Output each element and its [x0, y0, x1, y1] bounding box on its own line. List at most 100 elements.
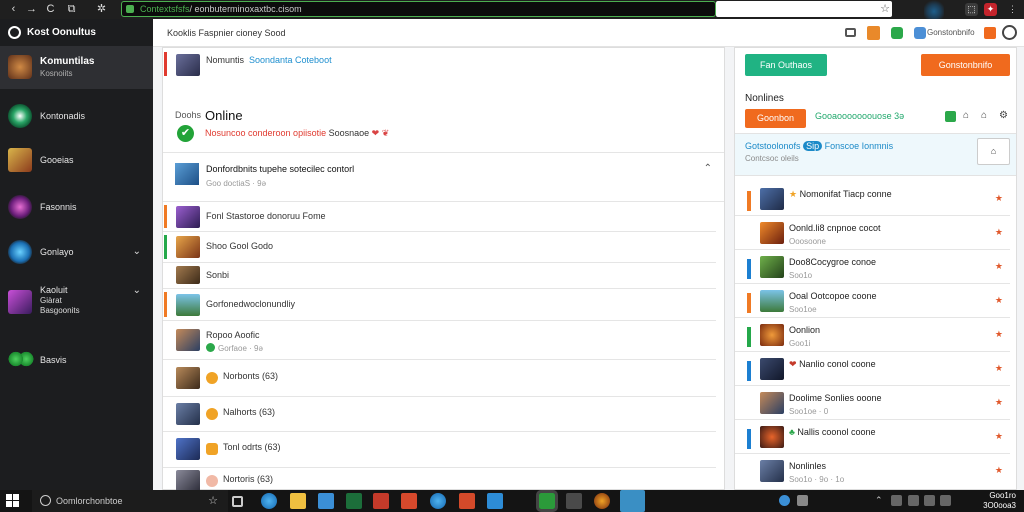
forward-icon[interactable]: →	[24, 2, 39, 17]
feed-first-row[interactable]: Nomuntis Soondanta Coteboot	[163, 48, 716, 101]
row-accent-bar	[164, 52, 167, 76]
profile-bird-icon[interactable]	[924, 0, 944, 19]
tray-app-icon[interactable]	[797, 495, 808, 506]
sidebar-item-basvis[interactable]: Basvis	[0, 345, 153, 375]
orange-app-icon[interactable]	[867, 26, 880, 40]
chevron-down-icon[interactable]: ⌄	[133, 237, 141, 267]
list-item[interactable]: Tonl odrts (63)	[163, 432, 716, 468]
photos-icon[interactable]	[566, 493, 582, 509]
mail-icon[interactable]	[487, 493, 503, 509]
goonbon-button[interactable]: Goonbon	[745, 109, 806, 128]
thumb-dark-icon	[760, 358, 784, 380]
row-title: Shoo Gool Godo	[206, 241, 274, 251]
tray-volume-icon[interactable]	[908, 495, 919, 506]
thumb-orange-icon	[760, 324, 784, 346]
list-item[interactable]: Gorfonedwoclonundliy	[163, 289, 716, 321]
gonstonbnifo-button[interactable]: Gonstonbnifo	[921, 54, 1010, 76]
settings-icon[interactable]: ⚙	[999, 110, 1008, 121]
tray-wifi-icon[interactable]	[891, 495, 902, 506]
list-item[interactable]: Nalhorts (63)	[163, 397, 716, 432]
office-icon[interactable]	[401, 493, 417, 509]
list-item[interactable]: Nonlinles Soo1o · 9o · 1o ★	[735, 454, 1010, 488]
row-link[interactable]: Soondanta Coteboot	[249, 55, 332, 65]
excel-icon[interactable]	[346, 493, 362, 509]
list-item[interactable]: ♣ Nallis coonol coone ★	[735, 420, 1010, 454]
store-icon[interactable]	[318, 493, 334, 509]
row-title: Oonld.li8 cnpnoe cocot	[789, 223, 881, 233]
star-icon[interactable]: ★	[995, 465, 1003, 476]
chevron-down-icon[interactable]: ⌄	[133, 285, 141, 296]
star-icon[interactable]: ★	[995, 431, 1003, 442]
avatar-warrior-icon	[8, 55, 32, 79]
tray-up-icon[interactable]: ⌃	[875, 495, 886, 506]
home-icon[interactable]: ⌂	[963, 110, 969, 121]
star-icon[interactable]: ★	[995, 295, 1003, 306]
taskbar-search-input[interactable]: Oomlorchonbtoe	[32, 490, 228, 512]
sidebar-item-kaoluit[interactable]: Kaoluit Giàrat Basgoonits ⌄	[0, 281, 153, 323]
list-item[interactable]: Doo8Cocygroe conoe Soo1o ★	[735, 250, 1010, 284]
list-item[interactable]: Shoo Gool Godo	[163, 232, 716, 263]
red-app-icon[interactable]	[459, 493, 475, 509]
green-game-icon[interactable]	[536, 490, 558, 512]
info-title: Gotstoolonofs Sip Fonscoe Ionmnis	[745, 141, 894, 151]
file-explorer-icon[interactable]	[290, 493, 306, 509]
chevron-up-icon[interactable]: ⌃	[704, 163, 712, 174]
list-item[interactable]: Ropoo Aoofic Gorfaoe · 9ə	[163, 321, 716, 360]
post-card[interactable]: Donfordbnits tupehe sotecilec contorl Go…	[163, 153, 724, 202]
list-item[interactable]: Fonl Stastoroe donoruu Fome	[163, 202, 716, 232]
list-item[interactable]: Doolime Sonlies ooone Soo1oe · 0 ★	[735, 386, 1010, 420]
info-banner[interactable]: Gotstoolonofs Sip Fonscoe Ionmnis Contcs…	[735, 133, 1016, 176]
list-item[interactable]: Nortoris (63)	[163, 468, 716, 492]
active-app-icon[interactable]	[620, 490, 645, 512]
sidebar-item-fasonnis[interactable]: Fasonnis	[0, 192, 153, 222]
list-item[interactable]: Norbonts (63)	[163, 360, 716, 397]
star-icon[interactable]: ★	[995, 193, 1003, 204]
star-icon[interactable]: ★	[995, 397, 1003, 408]
pin-icon[interactable]: ☆	[205, 493, 221, 509]
sidebar-item-gonlayo[interactable]: Gonlayo ⌄	[0, 237, 153, 267]
powerpoint-icon[interactable]	[373, 493, 389, 509]
green-app-icon[interactable]	[891, 27, 903, 39]
tray-keyboard-icon[interactable]	[940, 495, 951, 506]
address-bar-extension-area[interactable]	[716, 1, 892, 17]
list-item[interactable]: Sonbi	[163, 263, 716, 289]
sidebar-item-komuntilas[interactable]: Komuntilas Kosnoiits	[0, 46, 153, 89]
windows-start-icon[interactable]	[6, 494, 20, 508]
account-icon[interactable]	[1002, 25, 1017, 40]
orange-square-icon[interactable]	[984, 27, 996, 39]
reload-icon[interactable]: C	[43, 2, 58, 17]
edge-icon[interactable]	[261, 493, 277, 509]
browser-icon[interactable]	[430, 493, 446, 509]
bookmark-star-icon[interactable]: ☆	[879, 1, 891, 17]
star-icon[interactable]: ★	[995, 261, 1003, 272]
blue-app-icon[interactable]	[914, 27, 926, 39]
extensions-icon[interactable]: ✲	[94, 2, 109, 17]
address-bar[interactable]: Contextsfsfs/ eonbuterminoxaxtbc.cisom	[121, 1, 716, 17]
sidebar-item-gooeias[interactable]: Gooeias	[0, 145, 153, 175]
game-launcher-icon[interactable]	[594, 493, 610, 509]
sidebar-item-kontonadis[interactable]: Kontonadis	[0, 101, 153, 131]
star-icon[interactable]: ★	[995, 329, 1003, 340]
list-item[interactable]: Oonlion Goo1i ★	[735, 318, 1010, 352]
white-extension-icon[interactable]: ⬚	[965, 3, 978, 16]
list-item[interactable]: ❤ Nanlio conol coone ★	[735, 352, 1010, 386]
list-item[interactable]: Ooal Ootcopoe coone Soo1oe ★	[735, 284, 1010, 318]
back-icon[interactable]: ‹	[6, 2, 21, 17]
list-item[interactable]: ★ Nomonifat Tiacp conne ★	[735, 182, 1010, 216]
taskbar-clock[interactable]: Goo1ro 3O0ooa3	[976, 491, 1016, 511]
red-extension-icon[interactable]: ✦	[984, 3, 997, 16]
camera-icon[interactable]	[845, 28, 856, 37]
star-icon[interactable]: ★	[995, 227, 1003, 238]
tray-battery-icon[interactable]	[924, 495, 935, 506]
star-icon[interactable]: ★	[995, 363, 1003, 374]
house-icon[interactable]: ⌂	[981, 110, 987, 121]
tabs-icon[interactable]: ⧉	[64, 2, 79, 17]
list-item[interactable]: Oonld.li8 cnpnoe cocot Ooosoone ★	[735, 216, 1010, 250]
sidebar-item-label: Komuntilas	[40, 56, 95, 67]
trophy-icon	[206, 372, 218, 384]
task-view-icon[interactable]	[232, 496, 243, 507]
menu-icon[interactable]: ⋮	[1006, 3, 1019, 16]
fan-outhaos-button[interactable]: Fan Outhaos	[745, 54, 827, 76]
tray-network-icon[interactable]	[779, 495, 790, 506]
home-box-icon[interactable]: ⌂	[977, 138, 1010, 165]
